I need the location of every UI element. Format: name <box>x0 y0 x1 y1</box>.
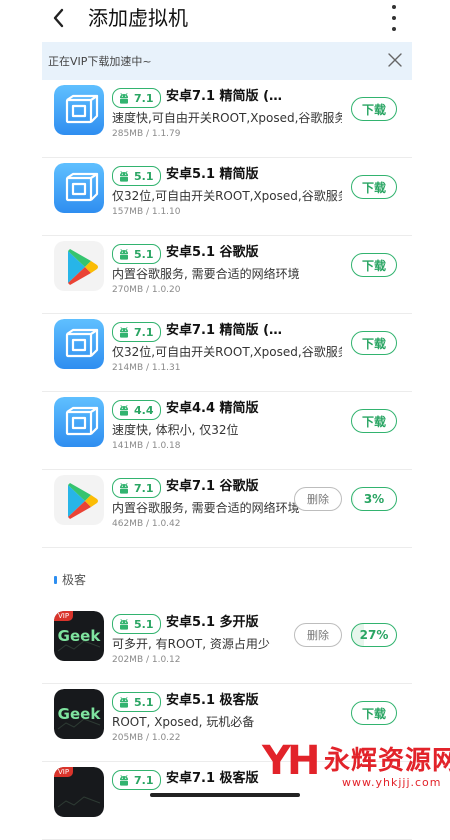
vip-badge: VIP <box>54 767 74 777</box>
vm-size-version: 285MB / 1.1.79 <box>112 129 181 139</box>
app-header: 添加虚拟机 <box>0 0 450 38</box>
version-badge: 5.1 <box>112 692 161 712</box>
vm-name: 安卓4.4 精简版 <box>166 401 259 416</box>
download-button[interactable]: 下载 <box>351 331 397 355</box>
vm-name: 安卓7.1 精简版 (… <box>166 323 283 338</box>
download-progress-button[interactable]: 27% <box>351 623 397 647</box>
vip-download-banner: 正在VIP下载加速中~ <box>42 42 412 80</box>
google-play-icon <box>54 475 104 525</box>
download-progress-button[interactable]: 3% <box>351 487 397 511</box>
watermark-name: 永辉资源网 <box>324 746 450 776</box>
vm-description: 仅32位,可自由开关ROOT,Xposed,谷歌服务 <box>112 345 342 359</box>
version-text: 5.1 <box>134 617 154 631</box>
version-badge: 4.4 <box>112 400 161 420</box>
vm-size-version: 205MB / 1.0.22 <box>112 733 181 743</box>
android-icon <box>117 695 131 709</box>
android-icon <box>117 773 131 787</box>
google-play-icon <box>54 241 104 291</box>
version-text: 5.1 <box>134 695 154 709</box>
vm-list-item[interactable]: 4.4 安卓4.4 精简版速度快, 体积小, 仅32位 141MB / 1.0.18… <box>42 392 412 470</box>
gesture-bar <box>150 793 300 797</box>
download-button[interactable]: 下载 <box>351 701 397 725</box>
android-icon <box>117 91 131 105</box>
vm-cube-icon <box>54 163 104 213</box>
vm-description: 速度快, 体积小, 仅32位 <box>112 423 239 437</box>
download-button[interactable]: 下载 <box>351 253 397 277</box>
android-icon <box>117 481 131 495</box>
vm-name: 安卓5.1 精简版 <box>166 167 259 182</box>
more-vertical-icon[interactable] <box>388 5 400 31</box>
watermark-url: www.yhkjjj.com <box>342 776 442 789</box>
vm-list-item[interactable]: 5.1 安卓5.1 谷歌版内置谷歌服务, 需要合适的网络环境 270MB / 1.0… <box>42 236 412 314</box>
version-badge: 7.1 <box>112 88 161 108</box>
download-button[interactable]: 下载 <box>351 97 397 121</box>
version-text: 7.1 <box>134 481 154 495</box>
version-text: 7.1 <box>134 91 154 105</box>
version-badge: 7.1 <box>112 478 161 498</box>
vm-name: 安卓7.1 精简版 (… <box>166 89 283 104</box>
delete-button[interactable]: 删除 <box>294 487 342 511</box>
vm-description: ROOT, Xposed, 玩机必备 <box>112 715 255 729</box>
version-badge: 5.1 <box>112 614 161 634</box>
vm-description: 仅32位,可自由开关ROOT,Xposed,谷歌服务 <box>112 189 342 203</box>
android-icon <box>117 325 131 339</box>
vm-list-item[interactable]: 5.1 安卓5.1 精简版仅32位,可自由开关ROOT,Xposed,谷歌服务 15… <box>42 158 412 236</box>
vm-name: 安卓7.1 谷歌版 <box>166 479 259 494</box>
vm-cube-icon <box>54 397 104 447</box>
geek-vip-icon: Geek VIP <box>54 611 104 661</box>
version-text: 5.1 <box>134 247 154 261</box>
geek-icon-text: Geek <box>57 627 101 645</box>
vm-cube-icon <box>54 85 104 135</box>
android-icon <box>117 617 131 631</box>
section-header-geek: 极客 <box>42 568 412 592</box>
vm-list-item[interactable]: 7.1 安卓7.1 谷歌版 内置谷歌服务, 需要合适的网络环境 462MB / 1.0… <box>42 470 412 548</box>
banner-text: 正在VIP下载加速中~ <box>48 55 152 68</box>
delete-button[interactable]: 删除 <box>294 623 342 647</box>
vm-list-item[interactable]: 7.1 安卓7.1 精简版 (… 速度快,可自由开关ROOT,Xposed,谷歌服务… <box>42 80 412 158</box>
vm-description: 速度快,可自由开关ROOT,Xposed,谷歌服务 <box>112 111 342 125</box>
vm-size-version: 462MB / 1.0.42 <box>112 519 181 529</box>
geek-vip-icon: VIP <box>54 767 104 817</box>
vm-name: 安卓5.1 多开版 <box>166 615 259 630</box>
vm-size-version: 157MB / 1.1.10 <box>112 207 181 217</box>
download-button[interactable]: 下载 <box>351 409 397 433</box>
watermark: YH 永辉资源网 www.yhkjjj.com <box>262 730 450 800</box>
back-arrow-icon[interactable] <box>50 4 66 38</box>
version-badge: 7.1 <box>112 322 161 342</box>
vm-list-item[interactable]: Geek VIP 5.1 安卓5.1 多开版 可多开, 有ROOT, 资源占用少 202M… <box>42 606 412 684</box>
vm-name: 安卓5.1 谷歌版 <box>166 245 259 260</box>
vm-name: 安卓7.1 极客版 <box>166 771 259 786</box>
android-icon <box>117 247 131 261</box>
android-icon <box>117 403 131 417</box>
close-icon[interactable] <box>386 51 404 69</box>
version-text: 7.1 <box>134 773 154 787</box>
vm-list: 7.1 安卓7.1 精简版 (… 速度快,可自由开关ROOT,Xposed,谷歌服务… <box>42 80 412 548</box>
vm-description: 内置谷歌服务, 需要合适的网络环境 <box>112 267 300 281</box>
download-button[interactable]: 下载 <box>351 175 397 199</box>
version-badge: 5.1 <box>112 166 161 186</box>
vm-list-item[interactable]: 7.1 安卓7.1 精简版 (… 仅32位,可自由开关ROOT,Xposed,谷歌服… <box>42 314 412 392</box>
vip-badge: VIP <box>54 611 74 621</box>
section-marker <box>54 576 57 584</box>
page-title: 添加虚拟机 <box>88 6 188 30</box>
version-badge: 5.1 <box>112 244 161 264</box>
geek-icon-text: Geek <box>57 705 101 723</box>
vm-name: 安卓5.1 极客版 <box>166 693 259 708</box>
version-text: 4.4 <box>134 403 154 417</box>
version-text: 7.1 <box>134 325 154 339</box>
vm-size-version: 270MB / 1.0.20 <box>112 285 181 295</box>
geek-vm-list: Geek VIP 5.1 安卓5.1 多开版 可多开, 有ROOT, 资源占用少 202M… <box>42 606 412 840</box>
vm-size-version: 214MB / 1.1.31 <box>112 363 181 373</box>
section-title: 极客 <box>62 573 87 587</box>
version-text: 5.1 <box>134 169 154 183</box>
vm-size-version: 141MB / 1.0.18 <box>112 441 181 451</box>
vm-cube-icon <box>54 319 104 369</box>
geek-icon: Geek <box>54 689 104 739</box>
watermark-logo: YH <box>262 738 320 784</box>
vm-size-version: 202MB / 1.0.12 <box>112 655 181 665</box>
version-badge: 7.1 <box>112 770 161 790</box>
android-icon <box>117 169 131 183</box>
